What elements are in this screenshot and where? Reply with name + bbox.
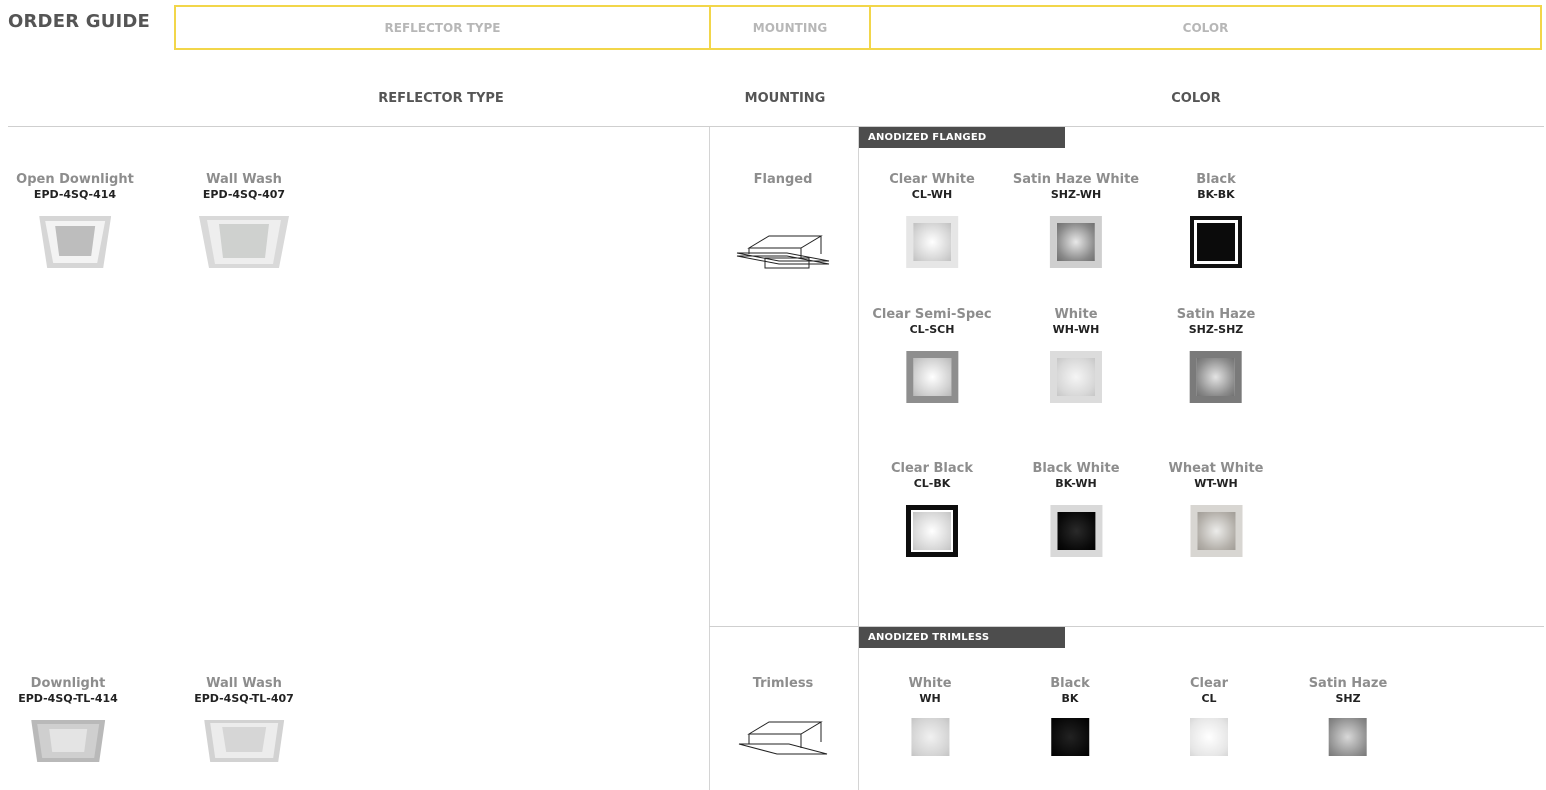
swatch-wheat-white — [1189, 505, 1242, 557]
color-option[interactable]: Satin Haze SHZ-SHZ — [1176, 307, 1256, 403]
section-label-anodized-flanged: ANODIZED FLANGED — [859, 127, 1065, 148]
tab-color[interactable]: COLOR — [869, 7, 1540, 48]
section-divider — [709, 626, 1544, 627]
color-option[interactable]: White WH-WH — [1050, 307, 1102, 403]
reflector-image — [30, 720, 105, 762]
reflector-item[interactable]: Downlight EPD-4SQ-TL-414 — [18, 676, 118, 768]
tab-reflector-type[interactable]: REFLECTOR TYPE — [176, 7, 709, 48]
tab-mounting[interactable]: MOUNTING — [709, 7, 869, 48]
color-name: Black — [1196, 172, 1236, 187]
flanged-mount-icon — [736, 235, 830, 269]
color-code: BK-BK — [1197, 188, 1235, 201]
color-option[interactable]: Black BK-BK — [1190, 172, 1242, 268]
color-name: Satin Haze — [1176, 307, 1256, 322]
color-code: WT-WH — [1194, 477, 1238, 490]
color-option[interactable]: Black White BK-WH — [1032, 461, 1120, 557]
swatch-white — [1050, 351, 1102, 403]
color-option[interactable]: Clear CL — [1190, 676, 1228, 756]
order-guide-tabs: REFLECTOR TYPE MOUNTING COLOR — [174, 5, 1542, 50]
column-header-mounting: MOUNTING — [744, 91, 826, 106]
page-title: ORDER GUIDE — [8, 11, 151, 32]
color-option[interactable]: Clear Black CL-BK — [891, 461, 973, 557]
column-header-reflector: REFLECTOR TYPE — [378, 91, 504, 106]
color-name: Satin Haze — [1308, 676, 1388, 691]
reflector-code: EPD-4SQ-TL-407 — [194, 692, 294, 705]
color-code: WH-WH — [1052, 323, 1100, 336]
color-name: Satin Haze White — [1012, 172, 1140, 187]
color-name: Clear Black — [890, 461, 974, 476]
column-header-color: COLOR — [1171, 91, 1221, 106]
color-code: SHZ-WH — [1050, 188, 1102, 201]
reflector-code: EPD-4SQ-407 — [202, 188, 286, 201]
color-name: Clear Semi-Spec — [872, 307, 992, 322]
swatch-black-white — [1049, 505, 1102, 557]
reflector-item[interactable]: Wall Wash EPD-4SQ-407 — [199, 172, 289, 274]
color-code: BK — [1061, 692, 1079, 705]
swatch-white — [911, 718, 949, 756]
color-name: Black White — [1032, 461, 1120, 476]
color-code: SHZ — [1335, 692, 1361, 705]
color-option[interactable]: Clear Semi-Spec CL-SCH — [872, 307, 992, 403]
header-divider — [8, 126, 1544, 127]
color-name: Clear White — [889, 172, 975, 187]
color-code: CL-BK — [913, 477, 951, 490]
color-option[interactable]: Satin Haze SHZ — [1308, 676, 1388, 756]
color-code: CL — [1201, 692, 1217, 705]
reflector-item[interactable]: Wall Wash EPD-4SQ-TL-407 — [194, 676, 294, 768]
color-column-divider — [858, 127, 859, 790]
color-code: CL-WH — [911, 188, 953, 201]
color-option[interactable]: Black BK — [1050, 676, 1090, 756]
swatch-black — [1051, 718, 1089, 756]
swatch-clear-black — [905, 505, 958, 557]
section-label-anodized-trimless: ANODIZED TRIMLESS — [859, 627, 1065, 648]
color-name: White — [1054, 307, 1098, 322]
color-option[interactable]: Satin Haze White SHZ-WH — [1013, 172, 1139, 268]
reflector-name: Open Downlight — [16, 172, 134, 187]
swatch-clear-white — [905, 216, 958, 268]
reflector-image — [199, 216, 289, 268]
mounting-label-trimless: Trimless — [752, 676, 814, 691]
color-name: Wheat White — [1168, 461, 1264, 476]
color-option[interactable]: Clear White CL-WH — [889, 172, 975, 268]
color-option[interactable]: Wheat White WT-WH — [1168, 461, 1264, 557]
swatch-satin-haze — [1190, 351, 1242, 403]
color-code: SHZ-SHZ — [1188, 323, 1244, 336]
swatch-satin-haze — [1329, 718, 1367, 756]
color-code: CL-SCH — [909, 323, 955, 336]
swatch-clear-semi-spec — [905, 351, 958, 403]
color-code: WH — [919, 692, 941, 705]
reflector-name: Downlight — [30, 676, 106, 691]
color-name: White — [908, 676, 952, 691]
reflector-name: Wall Wash — [206, 676, 282, 691]
swatch-satin-haze-white — [1049, 216, 1102, 268]
reflector-image — [38, 216, 111, 268]
mounting-label-flanged: Flanged — [753, 172, 813, 187]
swatch-clear — [1190, 718, 1228, 756]
reflector-image — [203, 720, 284, 762]
color-name: Clear — [1190, 676, 1228, 691]
reflector-code: EPD-4SQ-414 — [33, 188, 117, 201]
mounting-column-divider — [709, 127, 710, 790]
swatch-black — [1190, 216, 1242, 268]
reflector-item[interactable]: Open Downlight EPD-4SQ-414 — [16, 172, 134, 274]
color-option[interactable]: White WH — [908, 676, 952, 756]
color-code: BK-WH — [1055, 477, 1097, 490]
trimless-mount-icon — [738, 721, 828, 755]
reflector-code: EPD-4SQ-TL-414 — [18, 692, 118, 705]
color-name: Black — [1050, 676, 1090, 691]
reflector-name: Wall Wash — [206, 172, 282, 187]
